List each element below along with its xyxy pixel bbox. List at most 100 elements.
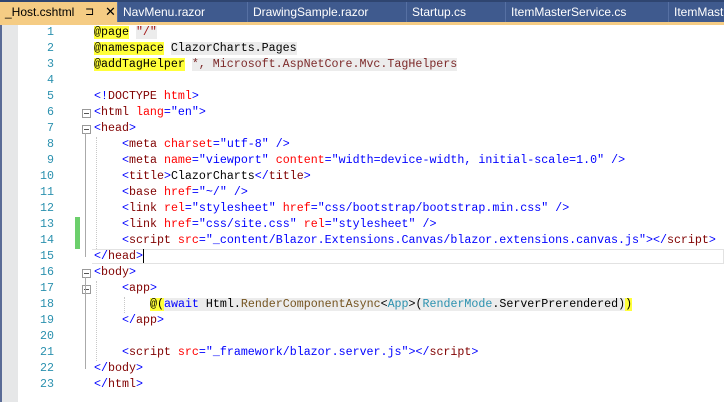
code-token: ClazorCharts.Pages	[170, 42, 297, 55]
code-token: app	[129, 282, 150, 295]
line-number: 5	[47, 90, 54, 103]
code-token: script	[129, 346, 171, 359]
code-line[interactable]: 10 <title>ClazorCharts</title>	[0, 169, 724, 185]
code-text: @(await Html.RenderComponentAsync<App>(R…	[150, 297, 633, 313]
code-token: "/"	[135, 26, 157, 39]
indent-guide	[124, 297, 125, 313]
code-line[interactable]: 18 @(await Html.RenderComponentAsync<App>…	[0, 297, 724, 313]
code-line[interactable]: 13 <link href="css/site.css" rel="stylesh…	[0, 217, 724, 233]
text-cursor	[142, 249, 144, 263]
code-token: head	[107, 250, 136, 264]
line-number: 17	[40, 282, 54, 295]
code-token: <!	[94, 90, 108, 103]
code-line[interactable]: 20	[0, 329, 724, 345]
indent-guide	[96, 137, 97, 249]
code-token: >	[135, 378, 143, 391]
code-line[interactable]: 16 <body>	[0, 265, 724, 281]
code-text: @addTagHelper *, Microsoft.AspNetCore.Mv…	[94, 57, 458, 73]
code-token: <	[122, 234, 129, 247]
code-token: <	[122, 170, 129, 183]
code-line[interactable]: 23 </html>	[0, 377, 724, 393]
code-line[interactable]: 22 </body>	[0, 361, 724, 377]
code-token: "stylesheet"	[331, 218, 416, 231]
tab-itemmast[interactable]: ItemMast	[669, 2, 724, 22]
tab-startup-cs[interactable]: Startup.cs	[407, 2, 506, 22]
line-number: 11	[40, 186, 54, 199]
code-token: =	[198, 234, 206, 247]
code-token: meta	[129, 154, 157, 167]
code-line[interactable]: 17 <app>	[0, 281, 724, 297]
line-number: 18	[40, 298, 54, 311]
tab--host-cshtml[interactable]: _Host.cshtml ⊐ ✕	[0, 2, 118, 22]
tab-label: ItemMast	[674, 5, 724, 19]
code-text: <link href="css/site.css" rel="styleshee…	[122, 217, 437, 233]
code-token: title	[268, 170, 304, 183]
code-line[interactable]: 4	[0, 73, 724, 89]
code-line[interactable]: 2 @namespace ClazorCharts.Pages	[0, 41, 724, 57]
pin-icon[interactable]: ⊐	[85, 2, 94, 22]
code-text: @namespace ClazorCharts.Pages	[94, 41, 297, 57]
collapse-toggle-icon[interactable]	[82, 109, 91, 118]
code-line[interactable]: 19 </app>	[0, 313, 724, 329]
code-line[interactable]: 5 <!DOCTYPE html>	[0, 89, 724, 105]
line-number: 3	[47, 58, 54, 71]
indent-guide	[96, 281, 97, 361]
code-token: <	[122, 346, 129, 359]
code-line[interactable]: 1 @page "/"	[0, 25, 724, 41]
code-token: base	[129, 186, 157, 199]
code-text: <!DOCTYPE html>	[94, 89, 199, 105]
code-token: =	[184, 202, 192, 215]
collapse-toggle-icon[interactable]	[82, 269, 91, 278]
tab-label: DrawingSample.razor	[253, 5, 369, 19]
code-token: DOCTYPE	[107, 90, 157, 103]
tab-navmenu-razor[interactable]: NavMenu.razor	[118, 2, 248, 22]
code-token: <	[122, 186, 129, 199]
line-number: 19	[40, 314, 54, 327]
code-token: meta	[129, 138, 157, 151]
code-line[interactable]: 3 @addTagHelper *, Microsoft.AspNetCore.M…	[0, 57, 724, 73]
collapse-toggle-icon[interactable]	[82, 125, 91, 134]
code-token: >	[471, 346, 479, 359]
collapse-toggle-icon[interactable]	[82, 285, 91, 294]
code-token: />	[275, 138, 290, 151]
code-line[interactable]: 9 <meta name="viewport" content="width=de…	[0, 153, 724, 169]
code-token: </	[94, 362, 108, 375]
code-token: href	[282, 202, 311, 215]
line-number: 12	[40, 202, 54, 215]
tab-drawingsample-razor[interactable]: DrawingSample.razor	[248, 2, 407, 22]
close-icon[interactable]: ✕	[105, 2, 116, 22]
code-token: >	[128, 266, 136, 279]
code-token: title	[129, 170, 164, 183]
code-line[interactable]: 14 <script src="_content/Blazor.Extension…	[0, 233, 724, 249]
code-line[interactable]: 11 <base href="~/" />	[0, 185, 724, 201]
tab-itemmasterservice-cs[interactable]: ItemMasterService.cs	[506, 2, 669, 22]
code-line[interactable]: 12 <link rel="stylesheet" href="css/boots…	[0, 201, 724, 217]
code-token: "css/bootstrap/bootstrap.min.css"	[317, 202, 549, 215]
editor-tab-bar: _Host.cshtml ⊐ ✕ NavMenu.razor DrawingSample…	[0, 0, 724, 22]
code-token: >	[191, 90, 199, 103]
code-token: .ServerPrerendered)	[492, 298, 626, 311]
code-line[interactable]: 21 <script src="_framework/blazor.server.…	[0, 345, 724, 361]
code-token: =	[191, 218, 199, 231]
code-token: =	[324, 154, 332, 167]
code-token: "utf-8"	[219, 138, 269, 151]
code-token: charset	[163, 138, 213, 151]
code-token: ClazorCharts	[170, 170, 255, 183]
code-token: @namespace	[94, 42, 164, 55]
line-number: 1	[47, 26, 54, 39]
code-line[interactable]: 8 <meta charset="utf-8" />	[0, 137, 724, 153]
code-token: @(	[150, 298, 164, 311]
code-line[interactable]: 7 <head>	[0, 121, 724, 137]
code-text: </html>	[94, 377, 143, 393]
code-line[interactable]: 15 </head>	[0, 249, 724, 265]
code-token: "viewport"	[198, 154, 269, 167]
code-token: />	[611, 154, 626, 167]
code-line[interactable]: 6 <html lang="en">	[0, 105, 724, 121]
